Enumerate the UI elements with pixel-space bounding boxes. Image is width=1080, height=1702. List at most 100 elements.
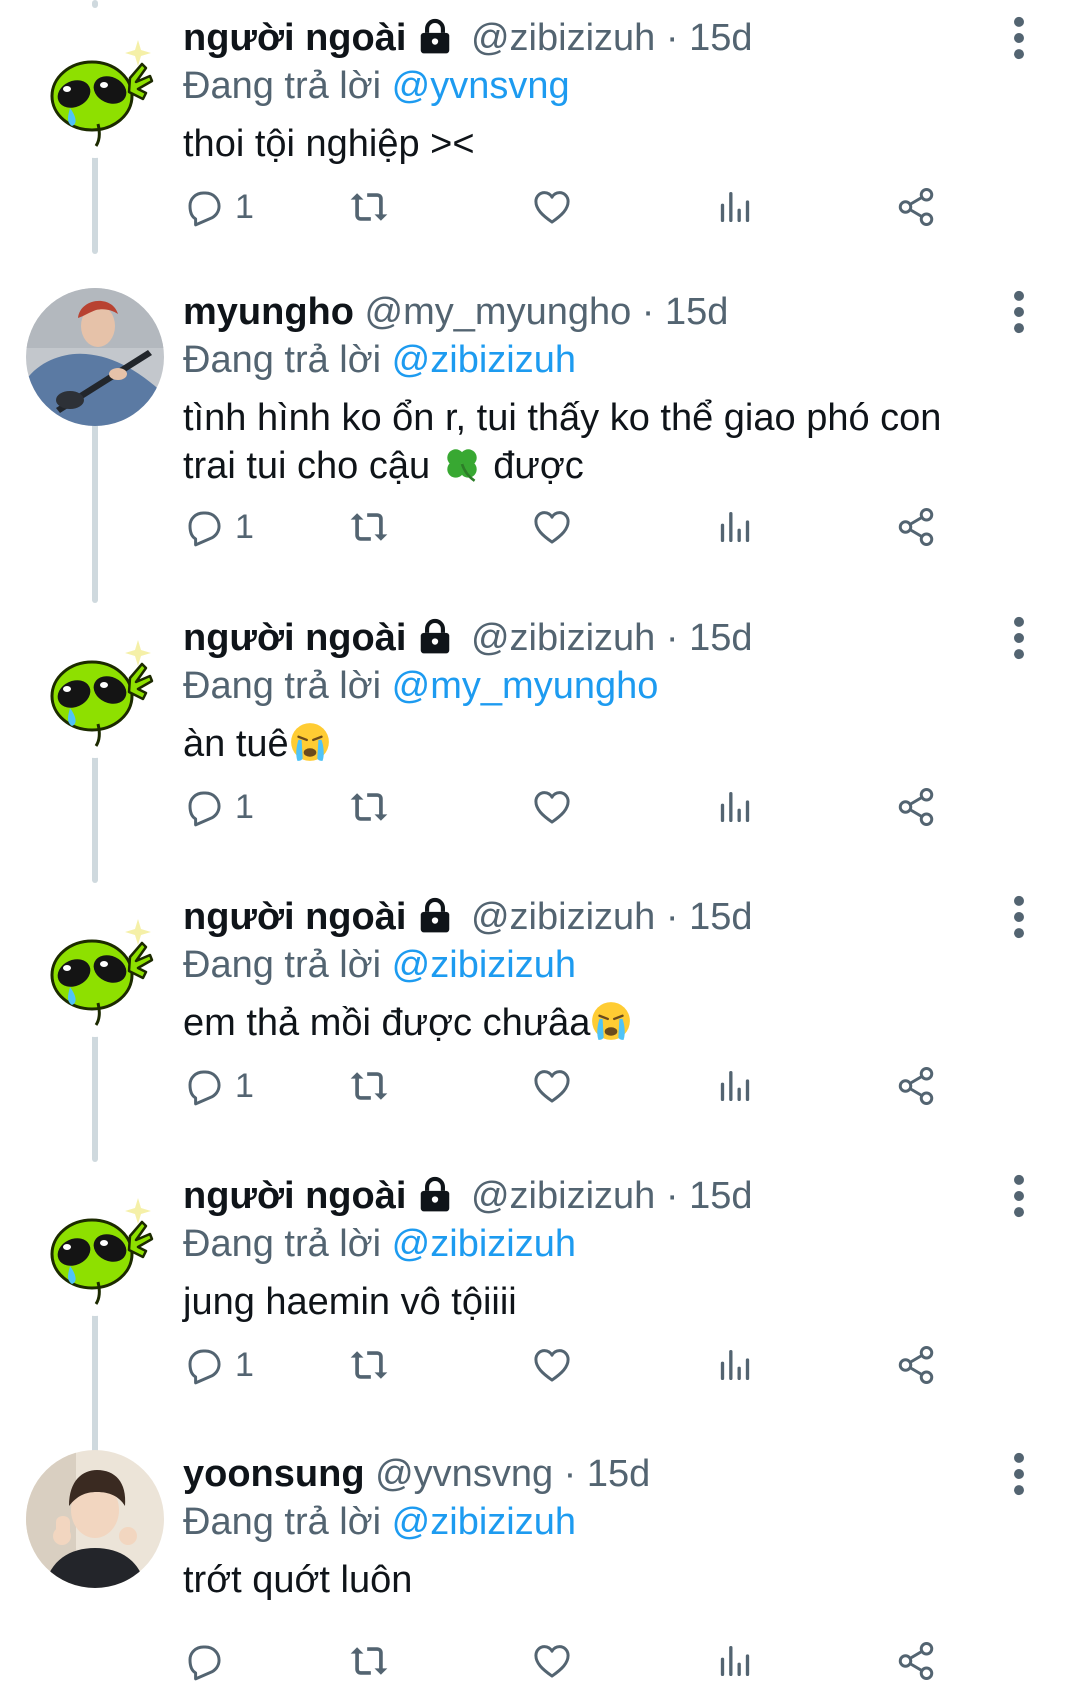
views-button[interactable]	[715, 182, 755, 232]
reply-button[interactable]: 1	[183, 502, 254, 552]
timestamp[interactable]: 15d	[689, 617, 752, 659]
tweet[interactable]: yoonsung @yvnsvng · 15d Đang trả lời @zi…	[0, 1450, 1080, 1702]
tweet-text-content: jung haemin vô tộiiii	[183, 1281, 517, 1323]
share-button[interactable]	[895, 782, 937, 832]
like-button[interactable]	[531, 782, 573, 832]
like-button[interactable]	[531, 1061, 573, 1111]
mention-link[interactable]: @my_myungho	[392, 665, 659, 707]
profile-photo-icon	[26, 1450, 164, 1588]
reply-button[interactable]	[183, 1636, 225, 1686]
more-icon[interactable]	[1004, 290, 1034, 334]
avatar[interactable]	[26, 1450, 164, 1588]
avatar[interactable]	[26, 20, 164, 158]
display-name[interactable]: người ngoài	[183, 896, 406, 938]
retweet-button[interactable]	[347, 782, 391, 832]
share-button[interactable]	[895, 1061, 937, 1111]
timestamp[interactable]: 15d	[689, 896, 752, 938]
reply-button[interactable]: 1	[183, 782, 254, 832]
retweet-icon	[347, 1639, 391, 1683]
more-icon[interactable]	[1004, 1174, 1034, 1218]
avatar[interactable]	[26, 288, 164, 426]
crying-emoji-icon	[590, 1000, 632, 1042]
views-button[interactable]	[715, 1340, 755, 1390]
user-handle[interactable]: @yvnsvng	[375, 1453, 553, 1495]
tweet[interactable]: người ngoài @zibizizuh · 15d Đang trả lờ…	[0, 14, 1080, 276]
mention-link[interactable]: @zibizizuh	[392, 1223, 576, 1265]
retweet-button[interactable]	[347, 182, 391, 232]
user-handle[interactable]: @zibizizuh	[471, 896, 655, 938]
display-name[interactable]: người ngoài	[183, 17, 406, 59]
reply-icon	[183, 186, 225, 228]
like-button[interactable]	[531, 1340, 573, 1390]
reply-button[interactable]: 1	[183, 1340, 254, 1390]
share-button[interactable]	[895, 502, 937, 552]
replying-to-label: Đang trả lời	[183, 339, 382, 381]
more-icon[interactable]	[1004, 616, 1034, 660]
more-icon[interactable]	[1004, 895, 1034, 939]
separator-dot: ·	[641, 291, 655, 333]
like-button[interactable]	[531, 1636, 573, 1686]
replying-to: Đang trả lời @zibizizuh	[183, 941, 576, 989]
timestamp[interactable]: 15d	[689, 17, 752, 59]
replying-to: Đang trả lời @zibizizuh	[183, 1498, 576, 1546]
thread-line	[92, 0, 98, 8]
share-icon	[895, 186, 937, 228]
mention-link[interactable]: @zibizizuh	[392, 944, 576, 986]
display-name[interactable]: người ngoài	[183, 1175, 406, 1217]
mention-link[interactable]: @yvnsvng	[392, 65, 570, 107]
mention-link[interactable]: @zibizizuh	[392, 339, 576, 381]
reply-icon	[183, 1640, 225, 1682]
like-button[interactable]	[531, 182, 573, 232]
reply-button[interactable]: 1	[183, 1061, 254, 1111]
retweet-button[interactable]	[347, 502, 391, 552]
reply-icon	[183, 1344, 225, 1386]
avatar[interactable]	[26, 1178, 164, 1316]
action-bar: 1	[183, 182, 1023, 232]
heart-icon	[531, 186, 573, 228]
share-icon	[895, 506, 937, 548]
tweet-header: người ngoài @zibizizuh · 15d	[183, 893, 1010, 941]
separator-dot: ·	[563, 1453, 577, 1495]
retweet-icon	[347, 1343, 391, 1387]
views-icon	[715, 1345, 755, 1385]
timestamp[interactable]: 15d	[689, 1175, 752, 1217]
tweet-text: àn tuê	[183, 720, 1020, 771]
views-button[interactable]	[715, 1061, 755, 1111]
timestamp[interactable]: 15d	[587, 1453, 650, 1495]
reply-icon	[183, 1065, 225, 1107]
reply-button[interactable]: 1	[183, 182, 254, 232]
tweet[interactable]: người ngoài @zibizizuh · 15d Đang trả lờ…	[0, 614, 1080, 872]
crying-emoji-icon	[289, 721, 331, 763]
share-button[interactable]	[895, 1340, 937, 1390]
display-name[interactable]: myungho	[183, 291, 354, 333]
user-handle[interactable]: @my_myungho	[365, 291, 632, 333]
mention-link[interactable]: @zibizizuh	[392, 1501, 576, 1543]
more-icon[interactable]	[1004, 1452, 1034, 1496]
retweet-button[interactable]	[347, 1340, 391, 1390]
user-handle[interactable]: @zibizizuh	[471, 617, 655, 659]
share-button[interactable]	[895, 182, 937, 232]
tweet[interactable]: người ngoài @zibizizuh · 15d Đang trả lờ…	[0, 1172, 1080, 1430]
display-name[interactable]: người ngoài	[183, 617, 406, 659]
more-icon[interactable]	[1004, 16, 1034, 60]
user-handle[interactable]: @zibizizuh	[471, 17, 655, 59]
timestamp[interactable]: 15d	[665, 291, 728, 333]
tweet[interactable]: người ngoài @zibizizuh · 15d Đang trả lờ…	[0, 893, 1080, 1151]
tweet[interactable]: myungho @my_myungho · 15d Đang trả lời @…	[0, 288, 1080, 598]
share-button[interactable]	[895, 1636, 937, 1686]
avatar[interactable]	[26, 899, 164, 1037]
views-button[interactable]	[715, 1636, 755, 1686]
display-name[interactable]: yoonsung	[183, 1453, 365, 1495]
retweet-button[interactable]	[347, 1061, 391, 1111]
like-button[interactable]	[531, 502, 573, 552]
views-button[interactable]	[715, 782, 755, 832]
avatar[interactable]	[26, 620, 164, 758]
separator-dot: ·	[665, 17, 679, 59]
views-button[interactable]	[715, 502, 755, 552]
tweet-text-content: thoi tội nghiệp ><	[183, 123, 475, 165]
retweet-button[interactable]	[347, 1636, 391, 1686]
views-icon	[715, 507, 755, 547]
replying-to-label: Đang trả lời	[183, 665, 382, 707]
reply-count: 1	[235, 1345, 254, 1384]
user-handle[interactable]: @zibizizuh	[471, 1175, 655, 1217]
